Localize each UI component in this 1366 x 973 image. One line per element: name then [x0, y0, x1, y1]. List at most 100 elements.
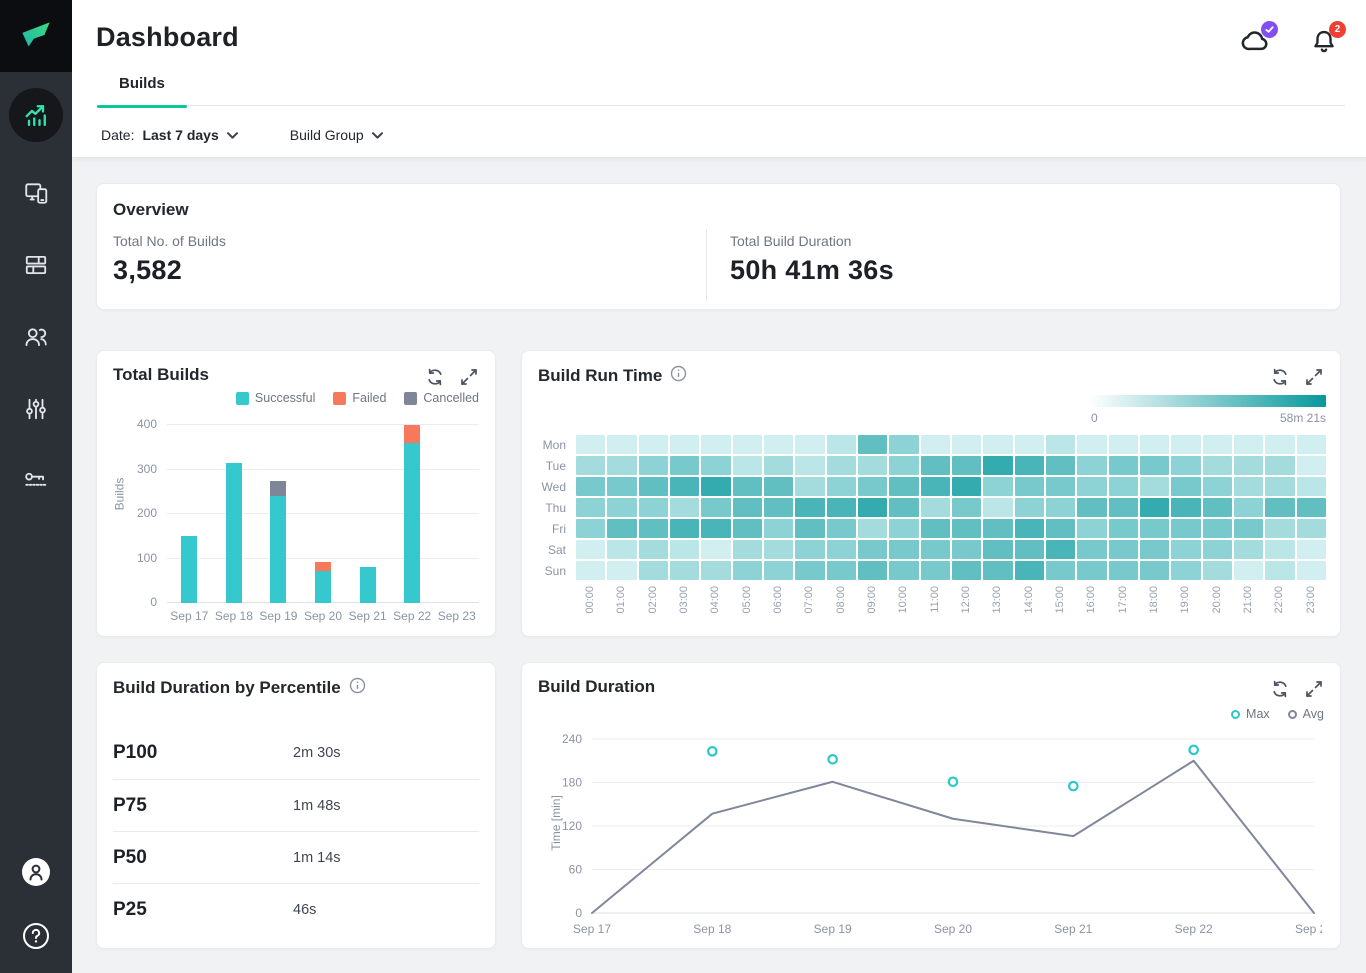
- heatmap-cell[interactable]: [607, 456, 636, 475]
- heatmap-cell[interactable]: [576, 540, 605, 559]
- heatmap-cell[interactable]: [1109, 477, 1138, 496]
- heatmap-cell[interactable]: [1297, 456, 1326, 475]
- bar-segment-successful[interactable]: [270, 496, 286, 603]
- expand-button[interactable]: [459, 367, 479, 387]
- sidebar-item-apps[interactable]: [15, 172, 57, 214]
- heatmap-cell[interactable]: [1109, 561, 1138, 580]
- heatmap-cell[interactable]: [1046, 519, 1075, 538]
- heatmap-cell[interactable]: [1077, 477, 1106, 496]
- heatmap-cell[interactable]: [952, 435, 981, 454]
- heatmap-cell[interactable]: [858, 540, 887, 559]
- heatmap-cell[interactable]: [701, 498, 730, 517]
- heatmap-cell[interactable]: [983, 477, 1012, 496]
- heatmap-cell[interactable]: [795, 561, 824, 580]
- bar-sep-21[interactable]: [360, 567, 376, 603]
- heatmap-cell[interactable]: [733, 477, 762, 496]
- heatmap-cell[interactable]: [952, 498, 981, 517]
- heatmap-cell[interactable]: [1109, 519, 1138, 538]
- bar-segment-successful[interactable]: [226, 463, 242, 603]
- heatmap-cell[interactable]: [921, 456, 950, 475]
- heatmap-cell[interactable]: [1140, 519, 1169, 538]
- info-icon[interactable]: [670, 365, 687, 387]
- heatmap-cell[interactable]: [1265, 561, 1294, 580]
- heatmap-cell[interactable]: [576, 519, 605, 538]
- heatmap-cell[interactable]: [827, 435, 856, 454]
- heatmap-cell[interactable]: [764, 561, 793, 580]
- heatmap-cell[interactable]: [1077, 519, 1106, 538]
- heatmap-cell[interactable]: [921, 540, 950, 559]
- heatmap-cell[interactable]: [795, 519, 824, 538]
- heatmap-cell[interactable]: [607, 519, 636, 538]
- tab-builds[interactable]: Builds: [97, 75, 187, 106]
- heatmap-cell[interactable]: [1046, 456, 1075, 475]
- heatmap-cell[interactable]: [1140, 477, 1169, 496]
- bar-sep-20[interactable]: [315, 562, 331, 603]
- heatmap-cell[interactable]: [1265, 456, 1294, 475]
- date-filter-dropdown[interactable]: Date: Last 7 days: [101, 127, 238, 143]
- heatmap-cell[interactable]: [1077, 456, 1106, 475]
- heatmap-cell[interactable]: [983, 540, 1012, 559]
- heatmap-cell[interactable]: [639, 435, 668, 454]
- heatmap-cell[interactable]: [1015, 456, 1044, 475]
- heatmap-cell[interactable]: [858, 435, 887, 454]
- heatmap-cell[interactable]: [1203, 477, 1232, 496]
- heatmap-cell[interactable]: [1234, 435, 1263, 454]
- heatmap-cell[interactable]: [921, 519, 950, 538]
- info-icon[interactable]: [349, 677, 366, 699]
- heatmap-cell[interactable]: [1203, 561, 1232, 580]
- heatmap-cell[interactable]: [795, 477, 824, 496]
- heatmap-cell[interactable]: [889, 519, 918, 538]
- heatmap-cell[interactable]: [889, 498, 918, 517]
- heatmap-cell[interactable]: [670, 477, 699, 496]
- build-group-dropdown[interactable]: Build Group: [290, 127, 383, 143]
- heatmap-cell[interactable]: [764, 519, 793, 538]
- heatmap-cell[interactable]: [795, 498, 824, 517]
- heatmap-cell[interactable]: [733, 498, 762, 517]
- heatmap-cell[interactable]: [1109, 435, 1138, 454]
- heatmap-cell[interactable]: [701, 456, 730, 475]
- heatmap-cell[interactable]: [889, 561, 918, 580]
- heatmap-cell[interactable]: [733, 519, 762, 538]
- heatmap-cell[interactable]: [983, 561, 1012, 580]
- heatmap-cell[interactable]: [827, 477, 856, 496]
- heatmap-cell[interactable]: [827, 498, 856, 517]
- heatmap-cell[interactable]: [1234, 519, 1263, 538]
- heatmap-cell[interactable]: [764, 498, 793, 517]
- heatmap-cell[interactable]: [921, 435, 950, 454]
- heatmap-cell[interactable]: [639, 456, 668, 475]
- heatmap-cell[interactable]: [1171, 561, 1200, 580]
- help-button[interactable]: [22, 922, 50, 955]
- heatmap-cell[interactable]: [795, 456, 824, 475]
- heatmap-cell[interactable]: [983, 435, 1012, 454]
- heatmap-cell[interactable]: [858, 519, 887, 538]
- refresh-button[interactable]: [1270, 367, 1290, 387]
- heatmap-cell[interactable]: [701, 561, 730, 580]
- bar-segment-failed[interactable]: [315, 562, 331, 571]
- heatmap-cell[interactable]: [733, 456, 762, 475]
- expand-button[interactable]: [1304, 679, 1324, 699]
- heatmap-cell[interactable]: [858, 498, 887, 517]
- heatmap-cell[interactable]: [1140, 498, 1169, 517]
- heatmap-cell[interactable]: [733, 435, 762, 454]
- heatmap-cell[interactable]: [1265, 540, 1294, 559]
- heatmap-cell[interactable]: [1234, 540, 1263, 559]
- heatmap-cell[interactable]: [1140, 456, 1169, 475]
- heatmap-cell[interactable]: [889, 477, 918, 496]
- heatmap-cell[interactable]: [1297, 519, 1326, 538]
- heatmap-cell[interactable]: [576, 477, 605, 496]
- heatmap-cell[interactable]: [921, 477, 950, 496]
- heatmap-cell[interactable]: [1297, 477, 1326, 496]
- bar-sep-19[interactable]: [270, 481, 286, 603]
- heatmap-cell[interactable]: [952, 477, 981, 496]
- heatmap-cell[interactable]: [827, 456, 856, 475]
- heatmap-cell[interactable]: [1140, 540, 1169, 559]
- heatmap-cell[interactable]: [952, 561, 981, 580]
- heatmap-cell[interactable]: [1109, 540, 1138, 559]
- heatmap-cell[interactable]: [1234, 477, 1263, 496]
- bar-segment-cancelled[interactable]: [270, 481, 286, 497]
- heatmap-cell[interactable]: [576, 561, 605, 580]
- heatmap-cell[interactable]: [576, 435, 605, 454]
- heatmap-cell[interactable]: [1203, 456, 1232, 475]
- heatmap-cell[interactable]: [1265, 477, 1294, 496]
- heatmap-cell[interactable]: [1265, 519, 1294, 538]
